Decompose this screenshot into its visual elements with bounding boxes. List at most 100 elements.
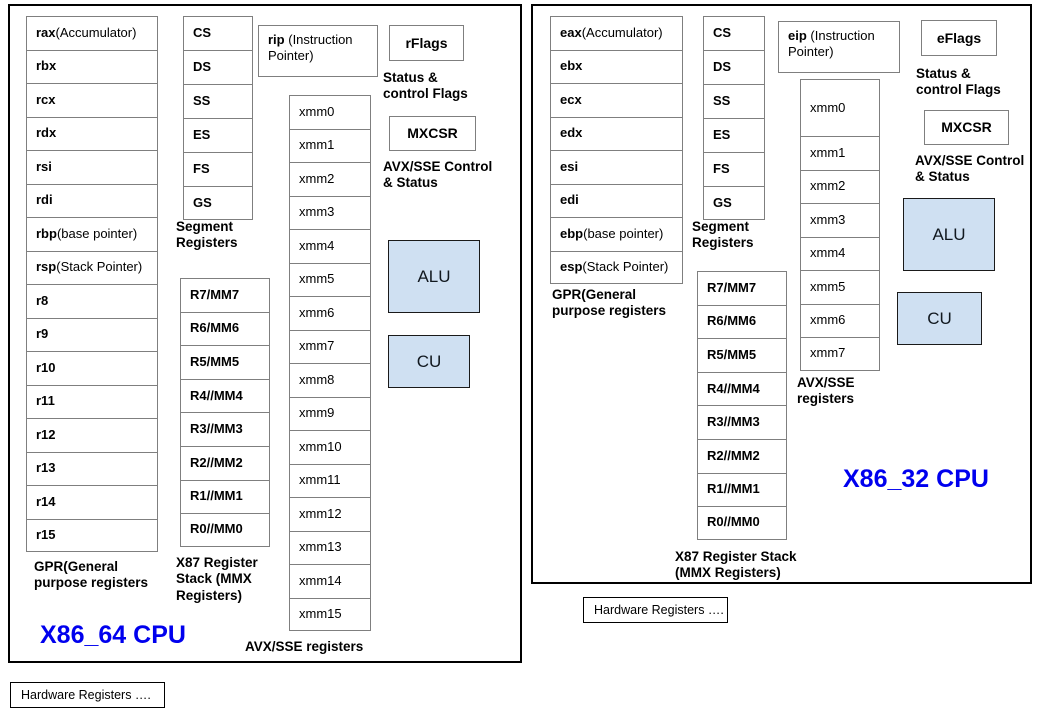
gpr-register-cell: esp (Stack Pointer)	[550, 250, 683, 284]
avx-register-cell: xmm5	[800, 270, 880, 304]
register-label: xmm7	[810, 345, 846, 361]
avx-register-cell: xmm2	[800, 169, 880, 203]
register-name: ebp	[560, 225, 584, 241]
avx-register-cell: xmm5	[289, 262, 371, 296]
register-note: (Accumulator)	[581, 24, 663, 40]
register-name: r9	[36, 326, 49, 342]
register-name: r10	[36, 359, 56, 375]
register-name: edi	[560, 192, 579, 208]
register-name: esp	[560, 258, 583, 274]
register-name: esi	[560, 158, 579, 174]
gpr-register-cell: ecx	[550, 83, 683, 117]
gpr-register-cell: ebx	[550, 49, 683, 83]
x87-caption-x86-32: X87 Register Stack (MMX Registers)	[675, 549, 797, 581]
register-label: xmm8	[299, 371, 335, 387]
gpr-register-cell: rbp (base pointer)	[26, 217, 158, 251]
avx-register-cell: xmm15	[289, 597, 371, 631]
register-label: xmm4	[299, 237, 335, 253]
register-note: (Stack Pointer)	[56, 259, 143, 275]
register-label: xmm5	[810, 278, 846, 294]
register-label: R2//MM2	[707, 447, 760, 463]
register-label: R3//MM3	[190, 421, 243, 437]
register-label: R2//MM2	[190, 454, 243, 470]
register-label: xmm6	[810, 312, 846, 328]
avx-register-cell: xmm10	[289, 430, 371, 464]
rflags-caption-x86-64: Status & control Flags	[383, 70, 468, 102]
segment-register-cell: DS	[183, 50, 253, 84]
segment-register-stack-x86-32: CS DS SS ES FS GS	[703, 16, 765, 220]
gpr-register-cell: r8	[26, 284, 158, 318]
register-label: xmm14	[299, 572, 342, 588]
x87-register-cell: R0//MM0	[697, 506, 787, 540]
avx-register-cell: xmm3	[289, 195, 371, 229]
gpr-register-cell: edi	[550, 183, 683, 217]
segment-register-cell: DS	[703, 50, 765, 84]
segment-caption-x86-32: Segment Registers	[692, 219, 754, 251]
gpr-register-cell: r13	[26, 451, 158, 485]
mxcsr-caption-x86-64: AVX/SSE Control & Status	[383, 159, 493, 191]
register-name: r13	[36, 460, 56, 476]
register-note: (base pointer)	[583, 225, 664, 241]
register-label: FS	[193, 161, 210, 177]
segment-register-cell: ES	[183, 118, 253, 152]
eflags-box-x86-32: eFlags	[921, 20, 997, 56]
gpr-register-cell: r10	[26, 351, 158, 385]
avx-register-stack-x86-32: xmm0 xmm1 xmm2 xmm3 xmm4 xmm5 xmm6 xmm7	[800, 79, 880, 371]
panel-x86-32-cpu: eax (Accumulator) ebx ecx edx esi edi ebp (bas…	[531, 4, 1032, 584]
x87-register-cell: R6/MM6	[180, 311, 270, 346]
rip-name: rip	[268, 32, 285, 47]
avx-register-cell: xmm14	[289, 564, 371, 598]
register-label: xmm4	[810, 245, 846, 261]
avx-register-stack-x86-64: xmm0 xmm1 xmm2 xmm3 xmm4 xmm5 xmm6 xmm7 xmm8 xmm9…	[289, 95, 371, 631]
avx-caption-x86-64: AVX/SSE registers	[245, 639, 364, 654]
cpu-title-x86-64: X86_64 CPU	[40, 621, 186, 649]
register-label: xmm0	[810, 99, 846, 115]
segment-register-cell: GS	[183, 186, 253, 220]
x87-register-cell: R0//MM0	[180, 513, 270, 547]
gpr-register-cell: r12	[26, 418, 158, 452]
alu-unit-x86-32: ALU	[903, 198, 995, 271]
x87-caption-x86-64: X87 Register Stack (MMX Registers)	[176, 555, 258, 603]
avx-register-cell: xmm4	[289, 229, 371, 263]
panel-x86-64-cpu: rax (Accumulator) rbx rcx rdx rsi rdi rbp (bas…	[8, 4, 522, 663]
x87-register-cell: R2//MM2	[697, 438, 787, 473]
register-label: xmm11	[299, 472, 341, 488]
register-name: rsi	[36, 158, 52, 174]
register-name: rcx	[36, 91, 56, 107]
register-name: r14	[36, 493, 56, 509]
register-label: xmm6	[299, 304, 335, 320]
avx-register-cell: xmm6	[800, 303, 880, 337]
gpr-register-cell: eax (Accumulator)	[550, 16, 683, 50]
avx-register-cell: xmm0	[800, 79, 880, 136]
x87-register-cell: R1//MM1	[697, 472, 787, 507]
eip-name: eip	[788, 28, 807, 43]
gpr-register-stack-x86-32: eax (Accumulator) ebx ecx edx esi edi ebp (bas…	[550, 16, 683, 284]
gpr-register-cell: rcx	[26, 83, 158, 117]
register-label: xmm3	[810, 211, 846, 227]
register-label: ES	[193, 127, 211, 143]
register-label: xmm2	[810, 178, 846, 194]
register-label: R4//MM4	[707, 380, 760, 396]
register-label: R1//MM1	[707, 481, 760, 497]
register-name: r12	[36, 426, 56, 442]
gpr-register-cell: rdx	[26, 116, 158, 150]
gpr-register-cell: rsi	[26, 150, 158, 184]
register-name: rsp	[36, 259, 57, 275]
gpr-register-cell: rbx	[26, 49, 158, 83]
avx-register-cell: xmm1	[800, 136, 880, 170]
register-name: ebx	[560, 58, 583, 74]
register-label: xmm15	[299, 605, 342, 621]
gpr-register-cell: rax (Accumulator)	[26, 16, 158, 50]
register-name: r11	[36, 393, 55, 409]
mxcsr-box-x86-32: MXCSR	[924, 110, 1009, 145]
x87-register-cell: R6/MM6	[697, 304, 787, 339]
x87-register-cell: R7/MM7	[697, 271, 787, 305]
gpr-register-cell: rsp (Stack Pointer)	[26, 250, 158, 284]
register-label: CS	[193, 25, 212, 41]
register-name: rbp	[36, 225, 57, 241]
register-label: R1//MM1	[190, 488, 243, 504]
segment-register-cell: FS	[183, 152, 253, 186]
register-label: xmm1	[299, 137, 335, 153]
avx-register-cell: xmm4	[800, 236, 880, 270]
register-label: R7/MM7	[190, 286, 240, 302]
